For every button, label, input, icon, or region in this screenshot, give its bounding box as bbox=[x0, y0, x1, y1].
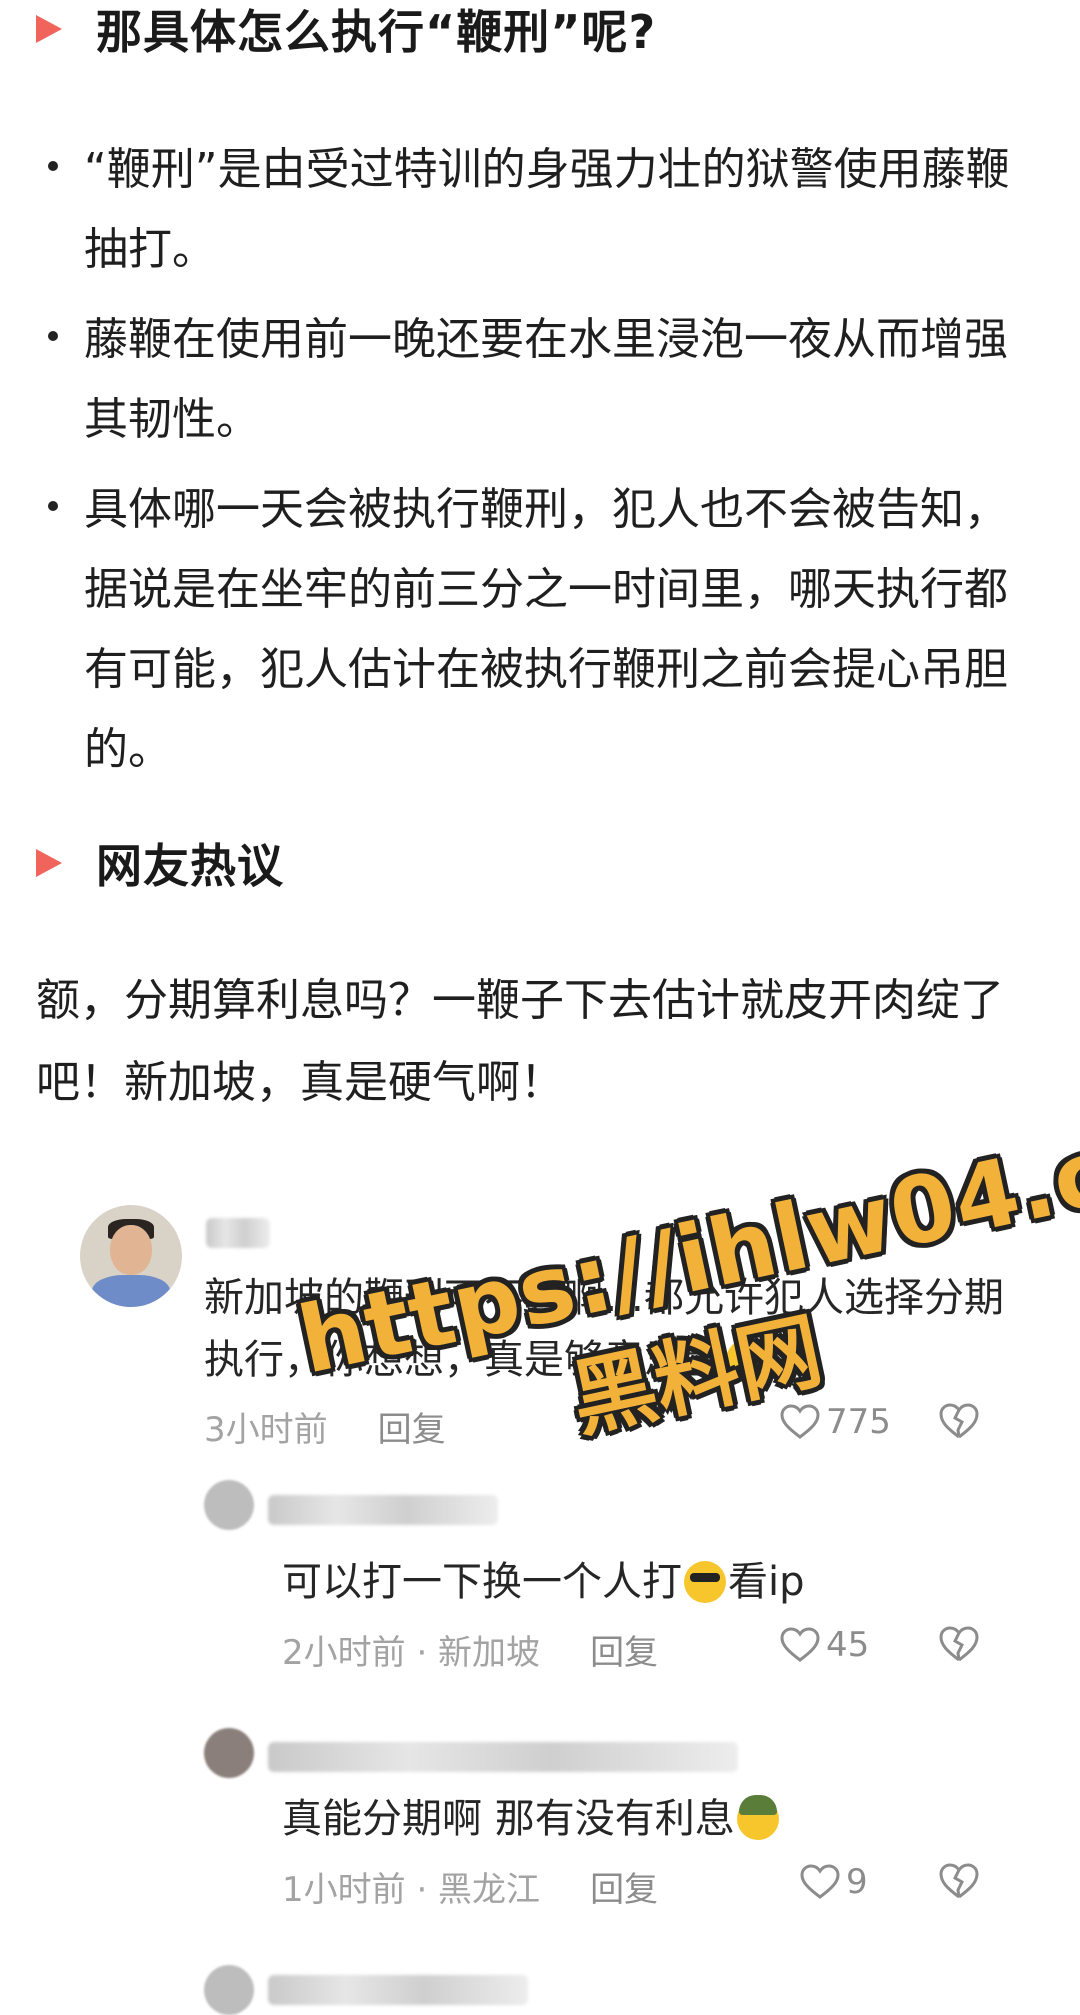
bullet-dot-icon bbox=[48, 501, 58, 511]
dislike-broken-heart-icon[interactable] bbox=[938, 1402, 980, 1440]
bullet-text: “鞭刑”是由受过特训的身强力壮的狱警使用藤鞭抽打。 bbox=[84, 144, 1010, 275]
comment-time: 2小时前 · 新加坡 bbox=[282, 1633, 541, 1673]
avatar[interactable] bbox=[204, 1480, 254, 1530]
username-blurred[interactable] bbox=[268, 1975, 528, 2005]
comment-text: 可以打一下换一个人打 看ip bbox=[282, 1559, 805, 1605]
heart-icon bbox=[780, 1627, 820, 1662]
bullet-dot-icon bbox=[48, 331, 58, 341]
list-item: “鞭刑”是由受过特训的身强力壮的狱警使用藤鞭抽打。 bbox=[48, 130, 1028, 290]
bullet-dot-icon bbox=[48, 161, 58, 171]
avatar[interactable] bbox=[204, 1965, 254, 2015]
article-page: 那具体怎么执行“鞭刑”呢? “鞭刑”是由受过特训的身强力壮的狱警使用藤鞭抽打。 … bbox=[0, 0, 1080, 2015]
bullet-list: “鞭刑”是由受过特训的身强力壮的狱警使用藤鞭抽打。 藤鞭在使用前一晚还要在水里浸… bbox=[48, 130, 1028, 800]
username-blurred[interactable] bbox=[268, 1742, 738, 1772]
watermark: https://ihlw04.com 黑料网 bbox=[290, 1085, 1080, 1507]
triangle-marker-icon bbox=[36, 15, 62, 43]
section-heading-execution: 那具体怎么执行“鞭刑”呢? bbox=[36, 0, 656, 62]
username-blurred[interactable] bbox=[206, 1218, 270, 1248]
comment-time: 3小时前 bbox=[204, 1410, 328, 1450]
section-heading-netizens: 网友热议 bbox=[36, 830, 284, 896]
comment-meta: 2小时前 · 新加坡 回复 bbox=[282, 1625, 658, 1674]
reply-button[interactable]: 回复 bbox=[590, 1862, 658, 1911]
list-item: 藤鞭在使用前一晚还要在水里浸泡一夜从而增强其韧性。 bbox=[48, 300, 1028, 460]
like-button[interactable]: 45 bbox=[780, 1625, 869, 1665]
dislike-broken-heart-icon[interactable] bbox=[938, 1862, 980, 1900]
comment-meta: 1小时前 · 黑龙江 回复 bbox=[282, 1862, 658, 1911]
avatar[interactable] bbox=[204, 1728, 254, 1778]
bullet-text: 藤鞭在使用前一晚还要在水里浸泡一夜从而增强其韧性。 bbox=[84, 314, 1008, 445]
list-item: 具体哪一天会被执行鞭刑，犯人也不会被告知，据说是在坐牢的前三分之一时间里，哪天执… bbox=[48, 470, 1028, 790]
comment-text: 真能分期啊 那有没有利息 bbox=[282, 1788, 1022, 1850]
section-heading-text: 那具体怎么执行“鞭刑”呢? bbox=[96, 5, 657, 59]
like-button[interactable]: 9 bbox=[800, 1862, 868, 1902]
reply-button[interactable]: 回复 bbox=[590, 1625, 658, 1674]
sunglasses-face-icon bbox=[684, 1561, 726, 1603]
avatar[interactable] bbox=[80, 1205, 182, 1307]
commentary-paragraph: 额，分期算利息吗？一鞭子下去估计就皮开肉绽了吧！新加坡，真是硬气啊！ bbox=[36, 975, 1004, 1108]
section-heading-text: 网友热议 bbox=[96, 839, 284, 893]
helmet-face-icon bbox=[736, 1795, 779, 1840]
triangle-marker-icon bbox=[36, 849, 62, 877]
like-count: 9 bbox=[846, 1862, 868, 1902]
comment-time: 1小时前 · 黑龙江 bbox=[282, 1870, 541, 1910]
like-count: 45 bbox=[826, 1625, 870, 1665]
dislike-broken-heart-icon[interactable] bbox=[938, 1625, 980, 1663]
bullet-text: 具体哪一天会被执行鞭刑，犯人也不会被告知，据说是在坐牢的前三分之一时间里，哪天执… bbox=[84, 484, 1008, 775]
username-blurred[interactable] bbox=[268, 1495, 498, 1525]
heart-icon bbox=[800, 1864, 840, 1899]
like-count: 775 bbox=[826, 1402, 891, 1442]
